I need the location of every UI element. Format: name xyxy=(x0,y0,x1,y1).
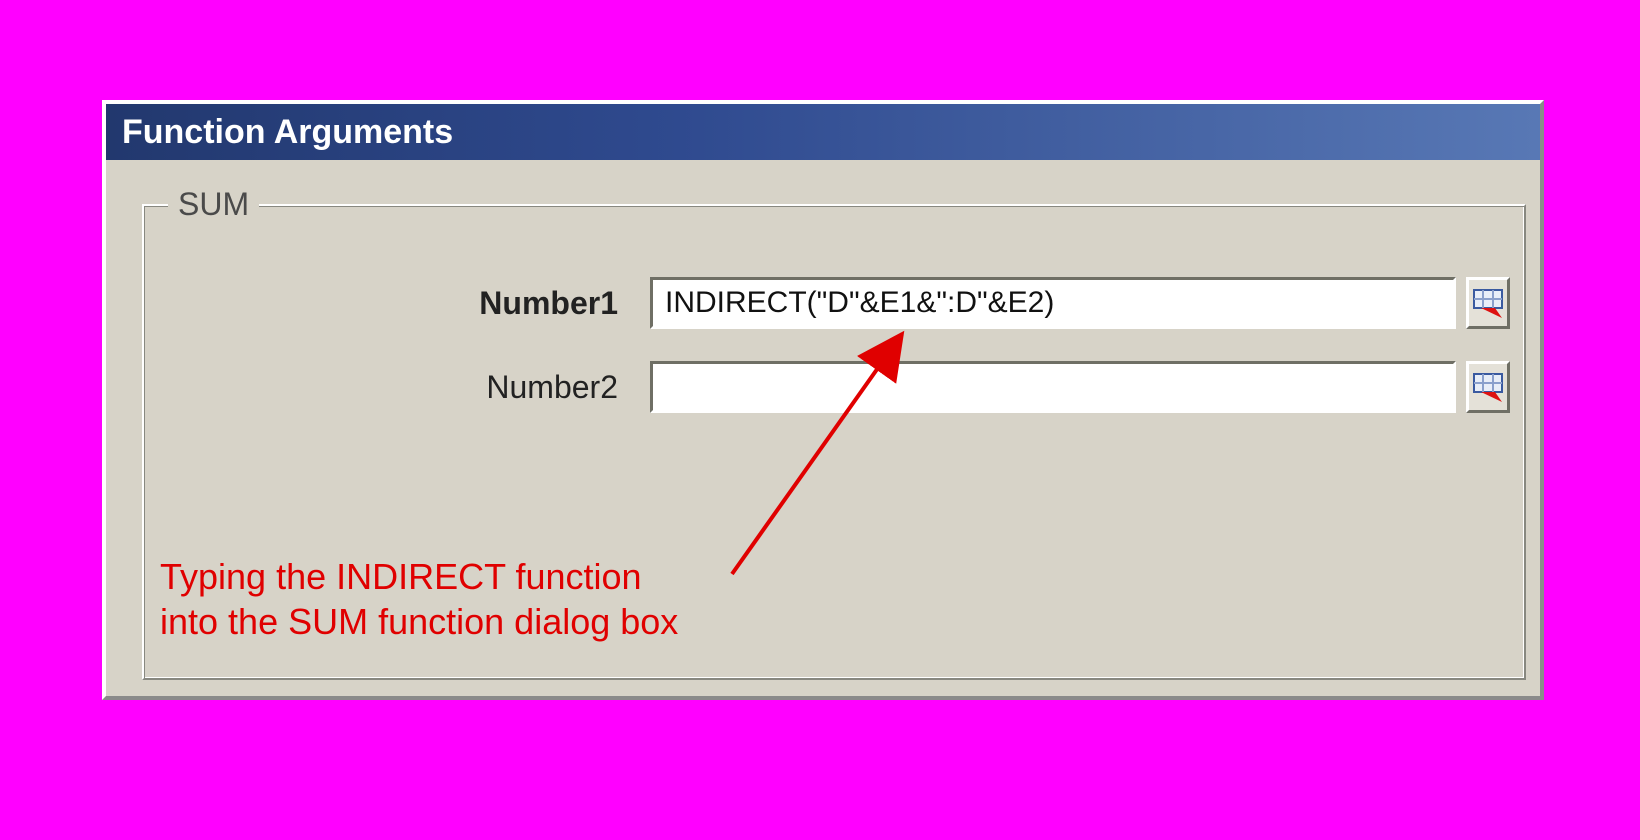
function-arguments-dialog: Function Arguments SUM Number1 xyxy=(102,100,1544,700)
annotation-line2: into the SUM function dialog box xyxy=(160,601,678,642)
range-selector-button[interactable] xyxy=(1466,361,1510,413)
background: Function Arguments SUM Number1 xyxy=(0,0,1640,840)
argument-label-number1: Number1 xyxy=(160,285,640,322)
range-selector-button[interactable] xyxy=(1466,277,1510,329)
annotation-text: Typing the INDIRECT function into the SU… xyxy=(160,554,940,644)
argument-label-number2: Number2 xyxy=(160,369,640,406)
argument-input-number1[interactable] xyxy=(650,277,1456,329)
annotation-line1: Typing the INDIRECT function xyxy=(160,556,642,597)
function-name-legend: SUM xyxy=(168,186,259,223)
range-selector-icon xyxy=(1473,370,1503,404)
function-groupbox: SUM Number1 xyxy=(142,204,1526,680)
argument-row: Number1 xyxy=(160,272,1510,334)
dialog-title: Function Arguments xyxy=(106,104,1540,160)
range-selector-icon xyxy=(1473,286,1503,320)
argument-input-number2[interactable] xyxy=(650,361,1456,413)
argument-row: Number2 xyxy=(160,356,1510,418)
